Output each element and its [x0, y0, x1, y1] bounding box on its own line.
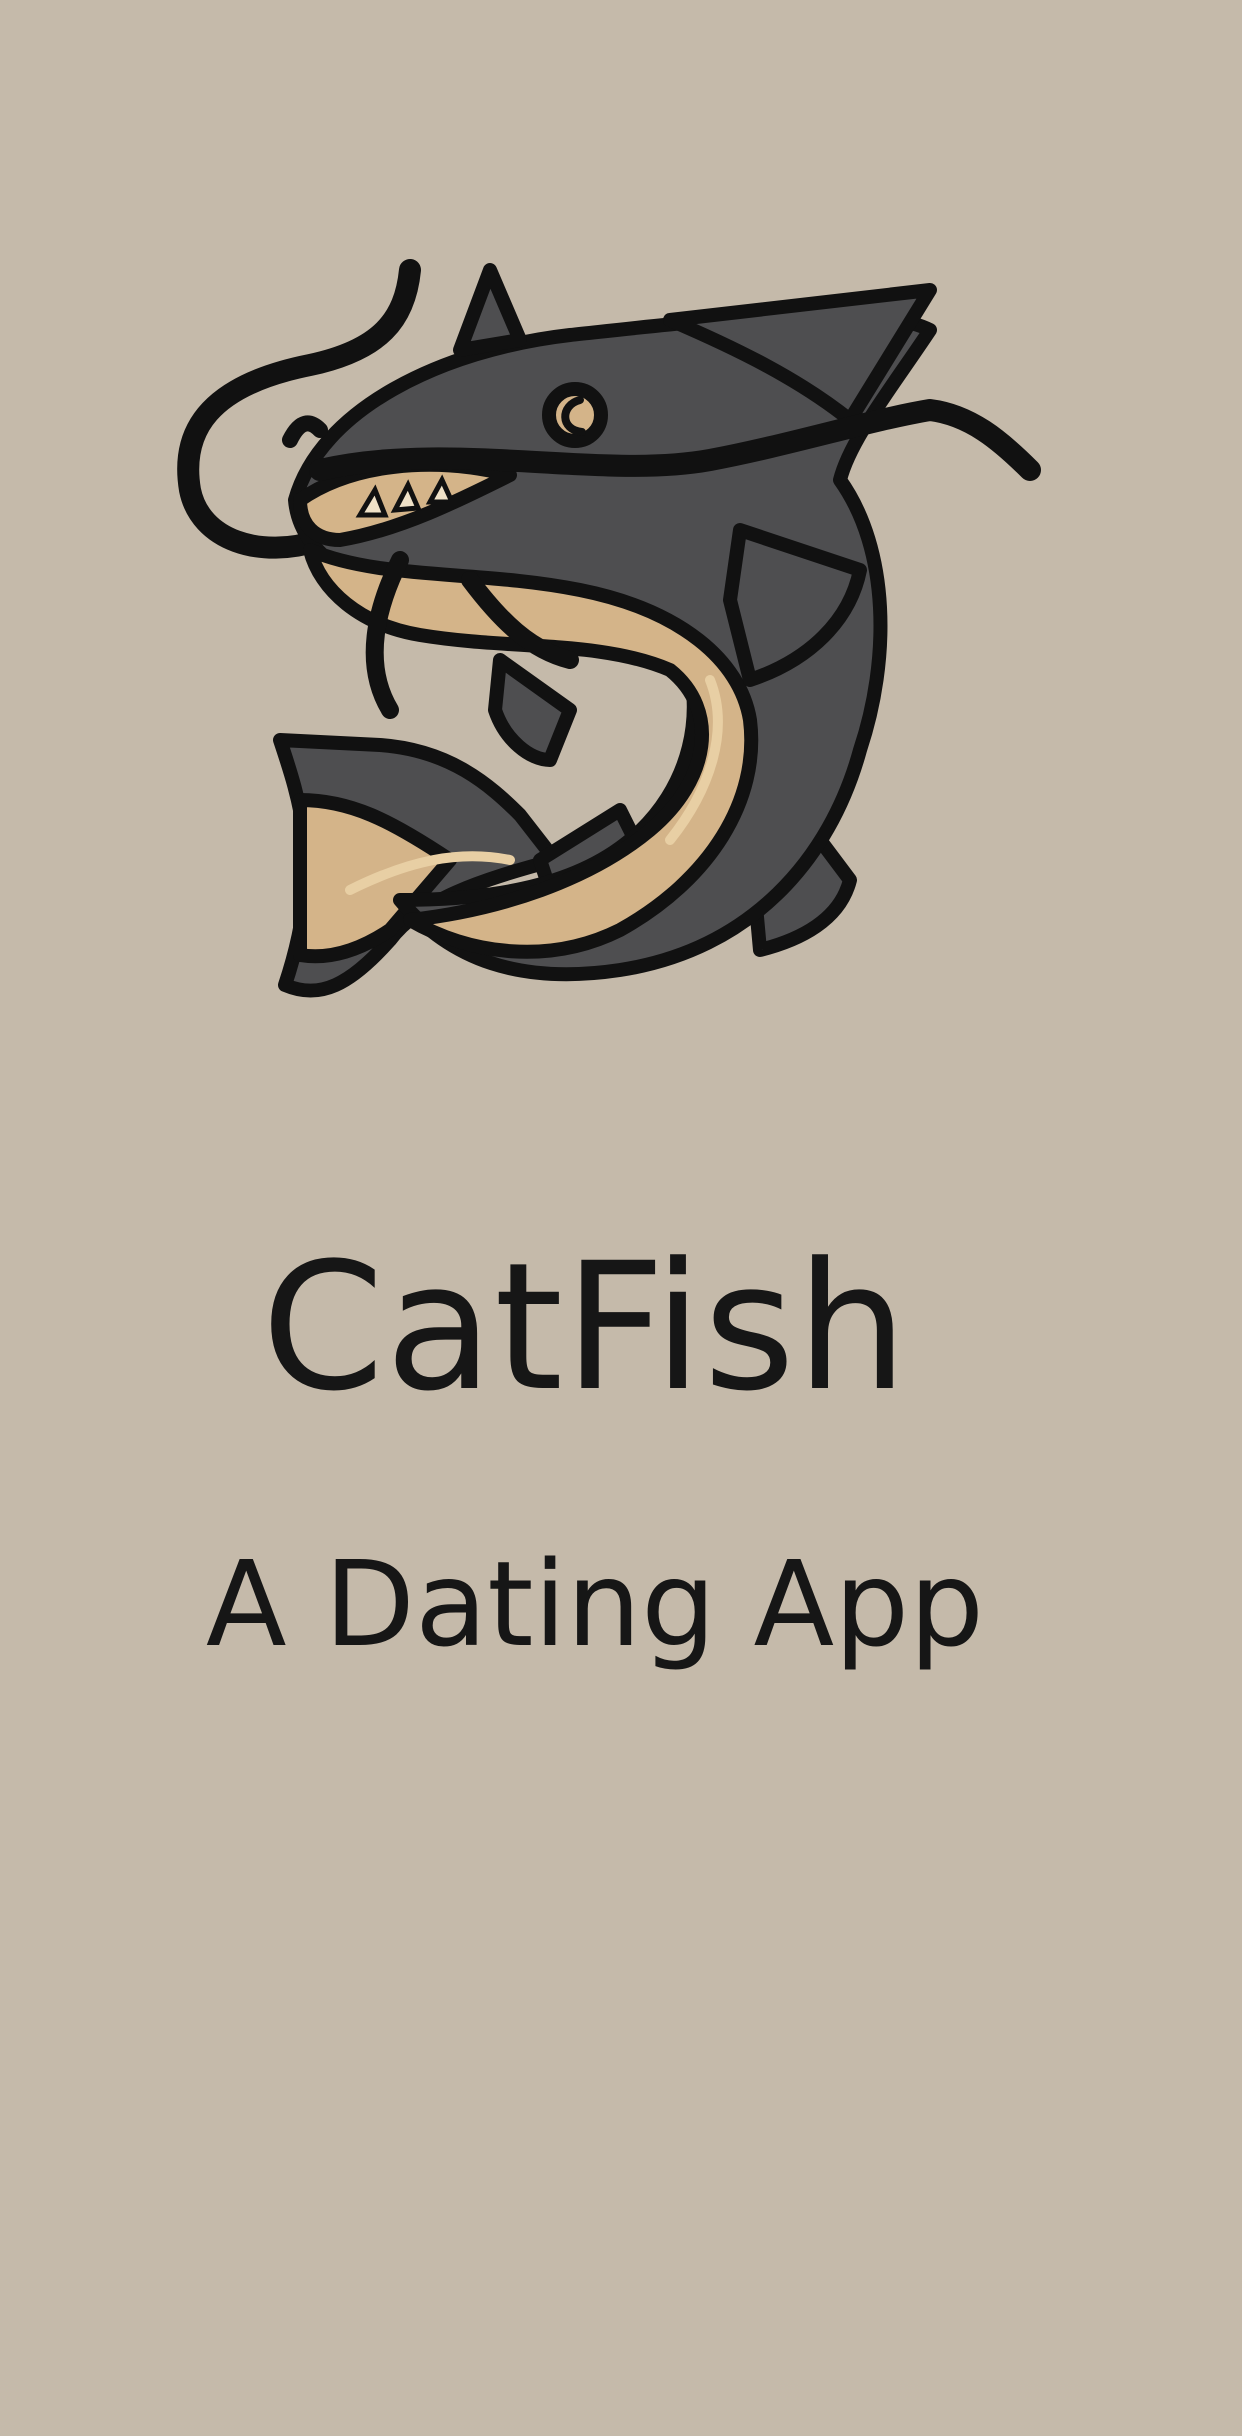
app-title: CatFish [261, 1225, 909, 1430]
splash-screen: CatFish A Dating App [0, 0, 1242, 2436]
catfish-logo-icon [150, 240, 1070, 1020]
app-tagline: A Dating App [205, 1535, 985, 1673]
